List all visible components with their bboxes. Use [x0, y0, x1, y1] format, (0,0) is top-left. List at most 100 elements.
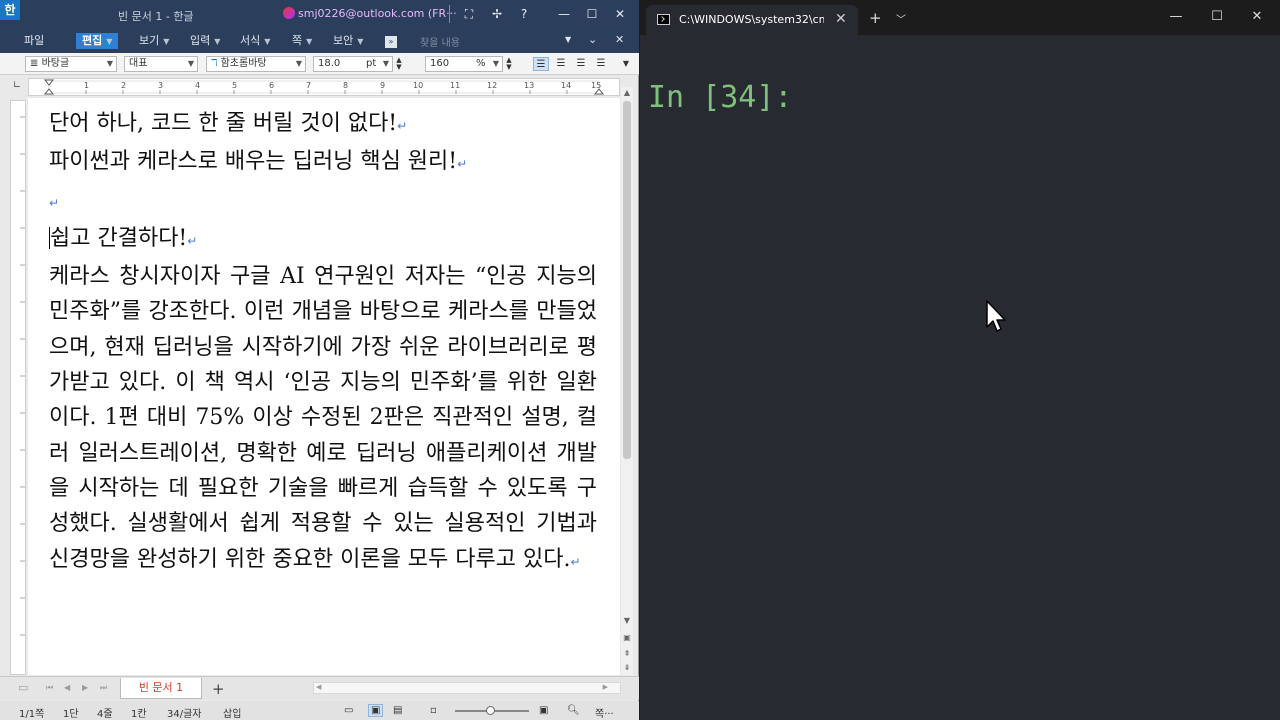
format-toolbar: ≣ 바탕글 ▼ 대표 ▼ ℸ 함초롬바탕 ▼ 18.0 pt ▼ ▲ ▼ 160% ▼ ▲ ▼ … [0, 53, 639, 75]
align-right-icon[interactable]: ☰ [593, 57, 609, 71]
align-center-icon[interactable]: ☰ [573, 57, 589, 71]
scroll-down-icon[interactable]: ▼ [621, 615, 633, 627]
fullscreen-icon[interactable]: ⛶ [458, 4, 480, 24]
paragraph-mark-icon: ↵ [570, 554, 581, 569]
svg-text:14: 14 [561, 81, 571, 90]
first-tab-icon[interactable]: ⏮ [46, 683, 53, 693]
close-tab-icon[interactable]: ✕ [835, 11, 847, 27]
menu-security[interactable]: 보안 ▼ [333, 33, 363, 49]
search-dropdown-icon[interactable]: ▼ [565, 35, 571, 44]
zoom-level-select[interactable]: 쪽··· [595, 705, 614, 720]
hangul-window: 한 빈 문서 1 - 한글 smj0226@outlook.com (FR···… [0, 0, 639, 720]
doc-line-1: 단어 하나, 코드 한 줄 버릴 것이 없다!↵ [49, 111, 408, 136]
menu-view[interactable]: 보기 ▼ [139, 33, 169, 49]
chevron-down-icon: ▼ [357, 37, 364, 46]
terminal-maximize-button[interactable]: ☐ [1207, 8, 1227, 26]
next-page-icon[interactable]: ⇟ [621, 662, 633, 674]
page-layout-icon[interactable]: ▣ [368, 704, 384, 717]
document-body[interactable]: 단어 하나, 코드 한 줄 버릴 것이 없다!↵ 파이썬과 케라스로 배우는 딥… [49, 106, 597, 580]
mouse-pointer-icon [986, 300, 1006, 332]
horizontal-ruler[interactable]: 1 2 3 4 5 6 7 8 9 10 11 12 13 14 15 [28, 78, 620, 96]
doc-line-3: ↵ [49, 183, 597, 221]
terminal-tab-bar: C:\WINDOWS\system32\cmd ✕ + ﹀ — ☐ ✕ [640, 0, 1280, 35]
ipython-prompt: In [34]: [648, 80, 793, 115]
tab-dropdown-icon[interactable]: ﹀ [896, 11, 906, 26]
terminal-close-button[interactable]: ✕ [1247, 8, 1267, 26]
chevron-down-icon: ▼ [106, 59, 113, 68]
add-tab-button[interactable]: + [212, 680, 225, 698]
terminal-minimize-button[interactable]: — [1166, 8, 1186, 26]
zoom-out-icon[interactable]: ▫ [430, 705, 437, 716]
chevron-down-icon[interactable]: ⌄ [588, 33, 597, 46]
menu-file[interactable]: 파일 [24, 33, 44, 49]
new-tab-button[interactable]: + [869, 9, 882, 27]
menu-format[interactable]: 서식 ▼ [240, 33, 270, 49]
last-tab-icon[interactable]: ⏭ [100, 683, 107, 693]
terminal-tab-cmd[interactable]: C:\WINDOWS\system32\cmd ✕ [646, 5, 858, 35]
status-page: 1/1쪽 [19, 709, 45, 720]
titlebar-divider [449, 5, 450, 23]
svg-text:13: 13 [524, 81, 534, 90]
chevron-down-icon: ▼ [163, 37, 170, 46]
document-page[interactable]: 단어 하나, 코드 한 줄 버릴 것이 없다!↵ 파이썬과 케라스로 배우는 딥… [28, 98, 620, 675]
svg-text:1: 1 [84, 81, 89, 90]
svg-text:2: 2 [121, 81, 126, 90]
menu-search-input[interactable]: 찾을 내용 [420, 34, 570, 49]
page-view-icon[interactable]: ▣ [621, 632, 633, 644]
chevron-down-icon: ▼ [492, 59, 499, 68]
align-left-icon[interactable]: ☰ [553, 57, 569, 71]
font-size-input[interactable]: 18.0 pt ▼ [313, 56, 393, 72]
help-button[interactable]: ? [513, 4, 535, 24]
status-mode[interactable]: 삽입 [223, 705, 241, 720]
maximize-button[interactable]: ☐ [581, 4, 603, 24]
svg-text:6: 6 [269, 81, 274, 90]
prev-tab-icon[interactable]: ◀ [64, 683, 70, 692]
hangul-logo-icon[interactable]: 한 [0, 0, 20, 20]
menu-page[interactable]: 쪽 ▼ [292, 33, 312, 49]
vertical-scrollbar[interactable]: ▲ ▼ ▣ ⇞ ⇟ [621, 87, 633, 675]
scroll-up-icon[interactable]: ▲ [621, 87, 633, 99]
font-icon: ℸ [211, 58, 221, 69]
normal-view-icon[interactable]: ▭ [344, 705, 353, 716]
line-spacing-stepper[interactable]: ▲ ▼ [504, 57, 514, 71]
language-select[interactable]: 대표 ▼ [124, 56, 198, 72]
scroll-thumb[interactable] [623, 101, 631, 459]
toolbar-more-icon[interactable]: ▼ [620, 57, 632, 71]
menu-edit[interactable]: 편집 ▼ [76, 33, 119, 49]
vertical-ruler[interactable] [10, 100, 26, 675]
line-spacing-input[interactable]: 160% ▼ [425, 56, 503, 72]
chevron-down-icon: ▼ [264, 37, 271, 46]
font-select[interactable]: ℸ 함초롬바탕 ▼ [206, 56, 306, 72]
prev-page-icon[interactable]: ⇞ [621, 648, 633, 660]
next-tab-icon[interactable]: ▶ [82, 683, 88, 692]
scroll-right-icon[interactable]: ▶ [603, 683, 608, 691]
chevron-down-icon: ▼ [295, 59, 302, 68]
doc-line-2: 파이썬과 케라스로 배우는 딥러닝 핵심 원리!↵ [49, 149, 468, 175]
pin-icon[interactable]: ✢ [486, 4, 508, 24]
hwp-titlebar: 한 빈 문서 1 - 한글 smj0226@outlook.com (FR···… [0, 0, 639, 29]
tab-document-1[interactable]: 빈 문서 1 [120, 678, 202, 699]
menu-insert[interactable]: 입력 ▼ [190, 33, 220, 49]
document-tabs-bar: ▭ ⏮ ◀ ▶ ⏭ 빈 문서 1 + ◀ ▶ [0, 676, 639, 700]
align-justify-icon[interactable]: ☰ [533, 57, 549, 71]
terminal-output[interactable]: In [34]: [648, 80, 793, 115]
horizontal-scrollbar[interactable]: ◀ ▶ [313, 682, 621, 694]
account-badge[interactable]: smj0226@outlook.com (FR··· [283, 7, 457, 20]
close-doc-icon[interactable]: ✕ [615, 33, 624, 46]
close-button[interactable]: ✕ [609, 4, 631, 24]
paragraph-mark-icon: ↵ [397, 119, 408, 133]
zoom-in-icon[interactable]: ▣ [539, 705, 548, 716]
web-layout-icon[interactable]: ▤ [393, 705, 402, 716]
minimize-button[interactable]: — [553, 4, 575, 24]
zoom-slider-handle[interactable] [486, 706, 495, 715]
expand-menu-icon[interactable]: » [385, 36, 397, 48]
comment-icon[interactable]: ▭ [18, 681, 28, 694]
zoom-search-icon[interactable]: 🔍︎ [567, 705, 580, 716]
chevron-down-icon: ▼ [306, 37, 313, 46]
style-select[interactable]: ≣ 바탕글 ▼ [25, 56, 117, 72]
ruler-ticks: 1 2 3 4 5 6 7 8 9 10 11 12 13 14 15 [43, 79, 605, 95]
font-size-stepper[interactable]: ▲ ▼ [394, 57, 404, 71]
scroll-left-icon[interactable]: ◀ [316, 683, 321, 691]
doc-line-4: 쉽고 간결하다!↵ [49, 225, 198, 251]
tab-stop-selector-icon[interactable]: ∟ [10, 80, 24, 94]
